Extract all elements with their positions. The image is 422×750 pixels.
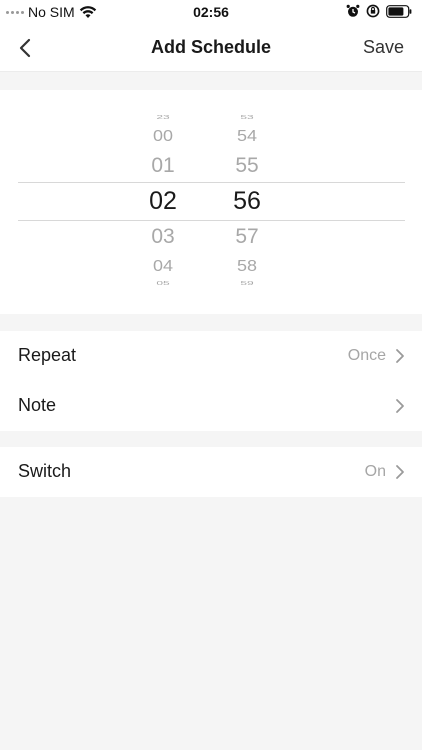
note-label: Note [18,395,57,415]
switch-value: On [364,463,386,480]
picker-selection-top-line [18,182,405,183]
repeat-label: Repeat [18,345,77,365]
minute-option[interactable]: 53 [217,114,277,120]
hour-wheel[interactable]: 23 00 01 02 03 04 05 [133,90,193,314]
chevron-right-icon [396,465,404,479]
switch-row[interactable]: Switch On [0,447,422,497]
minute-option[interactable]: 57 [217,225,277,249]
hour-option[interactable]: 05 [133,280,193,286]
minute-option-selected[interactable]: 56 [217,187,277,216]
status-right [346,4,412,18]
repeat-row[interactable]: Repeat Once [0,331,422,381]
nav-bar: Add Schedule Save [0,24,422,72]
hour-option[interactable]: 23 [133,114,193,120]
picker-selection-bottom-line [18,220,405,221]
hour-option[interactable]: 00 [133,128,193,146]
time-picker[interactable]: 23 00 01 02 03 04 05 53 54 55 56 57 58 5… [0,90,422,314]
alarm-icon [346,4,360,17]
save-button[interactable]: Save [363,37,404,58]
schedule-options-group: Repeat Once Note [0,331,422,431]
battery-icon [386,4,412,18]
minute-option[interactable]: 59 [217,280,277,286]
hour-option[interactable]: 04 [133,258,193,276]
status-bar: No SIM 02:56 [0,0,422,24]
chevron-right-icon [396,349,404,363]
hour-option[interactable]: 03 [133,225,193,249]
hour-option[interactable]: 01 [133,154,193,178]
minute-wheel[interactable]: 53 54 55 56 57 58 59 [217,90,277,314]
minute-option[interactable]: 58 [217,258,277,276]
switch-label: Switch [18,461,72,481]
repeat-value: Once [347,347,386,364]
minute-option[interactable]: 55 [217,154,277,178]
orientation-lock-icon [366,4,380,18]
note-row[interactable]: Note [0,381,422,431]
minute-option[interactable]: 54 [217,128,277,146]
hour-option-selected[interactable]: 02 [133,187,193,216]
page-title: Add Schedule [150,37,271,57]
chevron-right-icon [396,399,404,413]
switch-group: Switch On [0,447,422,497]
